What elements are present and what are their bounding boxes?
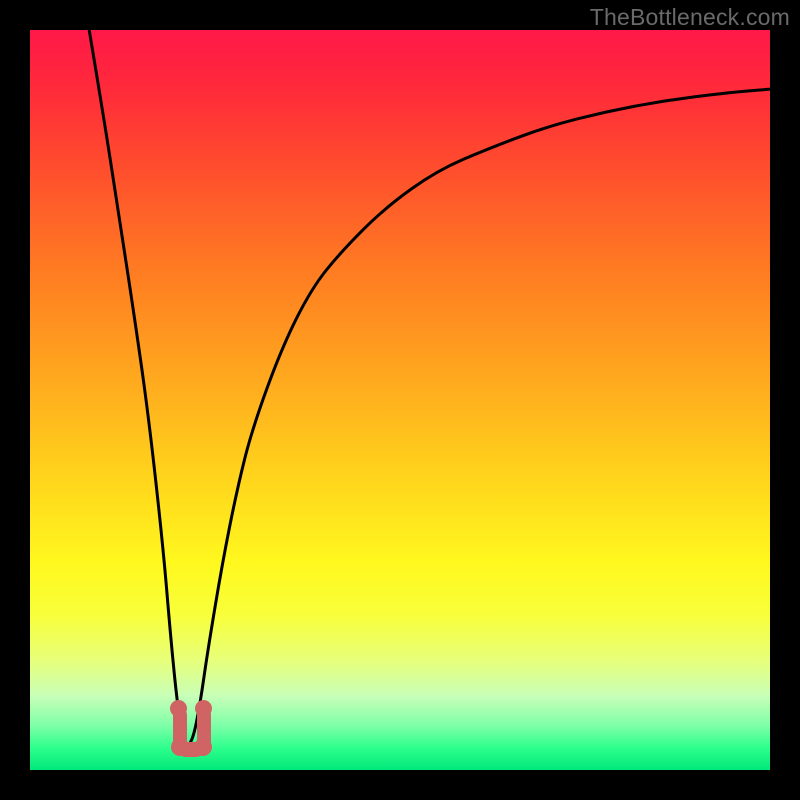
bottleneck-curve: [30, 30, 770, 770]
watermark-text: TheBottleneck.com: [590, 4, 790, 31]
chart-frame: TheBottleneck.com: [0, 0, 800, 800]
min-marker-dot: [195, 700, 212, 717]
plot-area: [30, 30, 770, 770]
